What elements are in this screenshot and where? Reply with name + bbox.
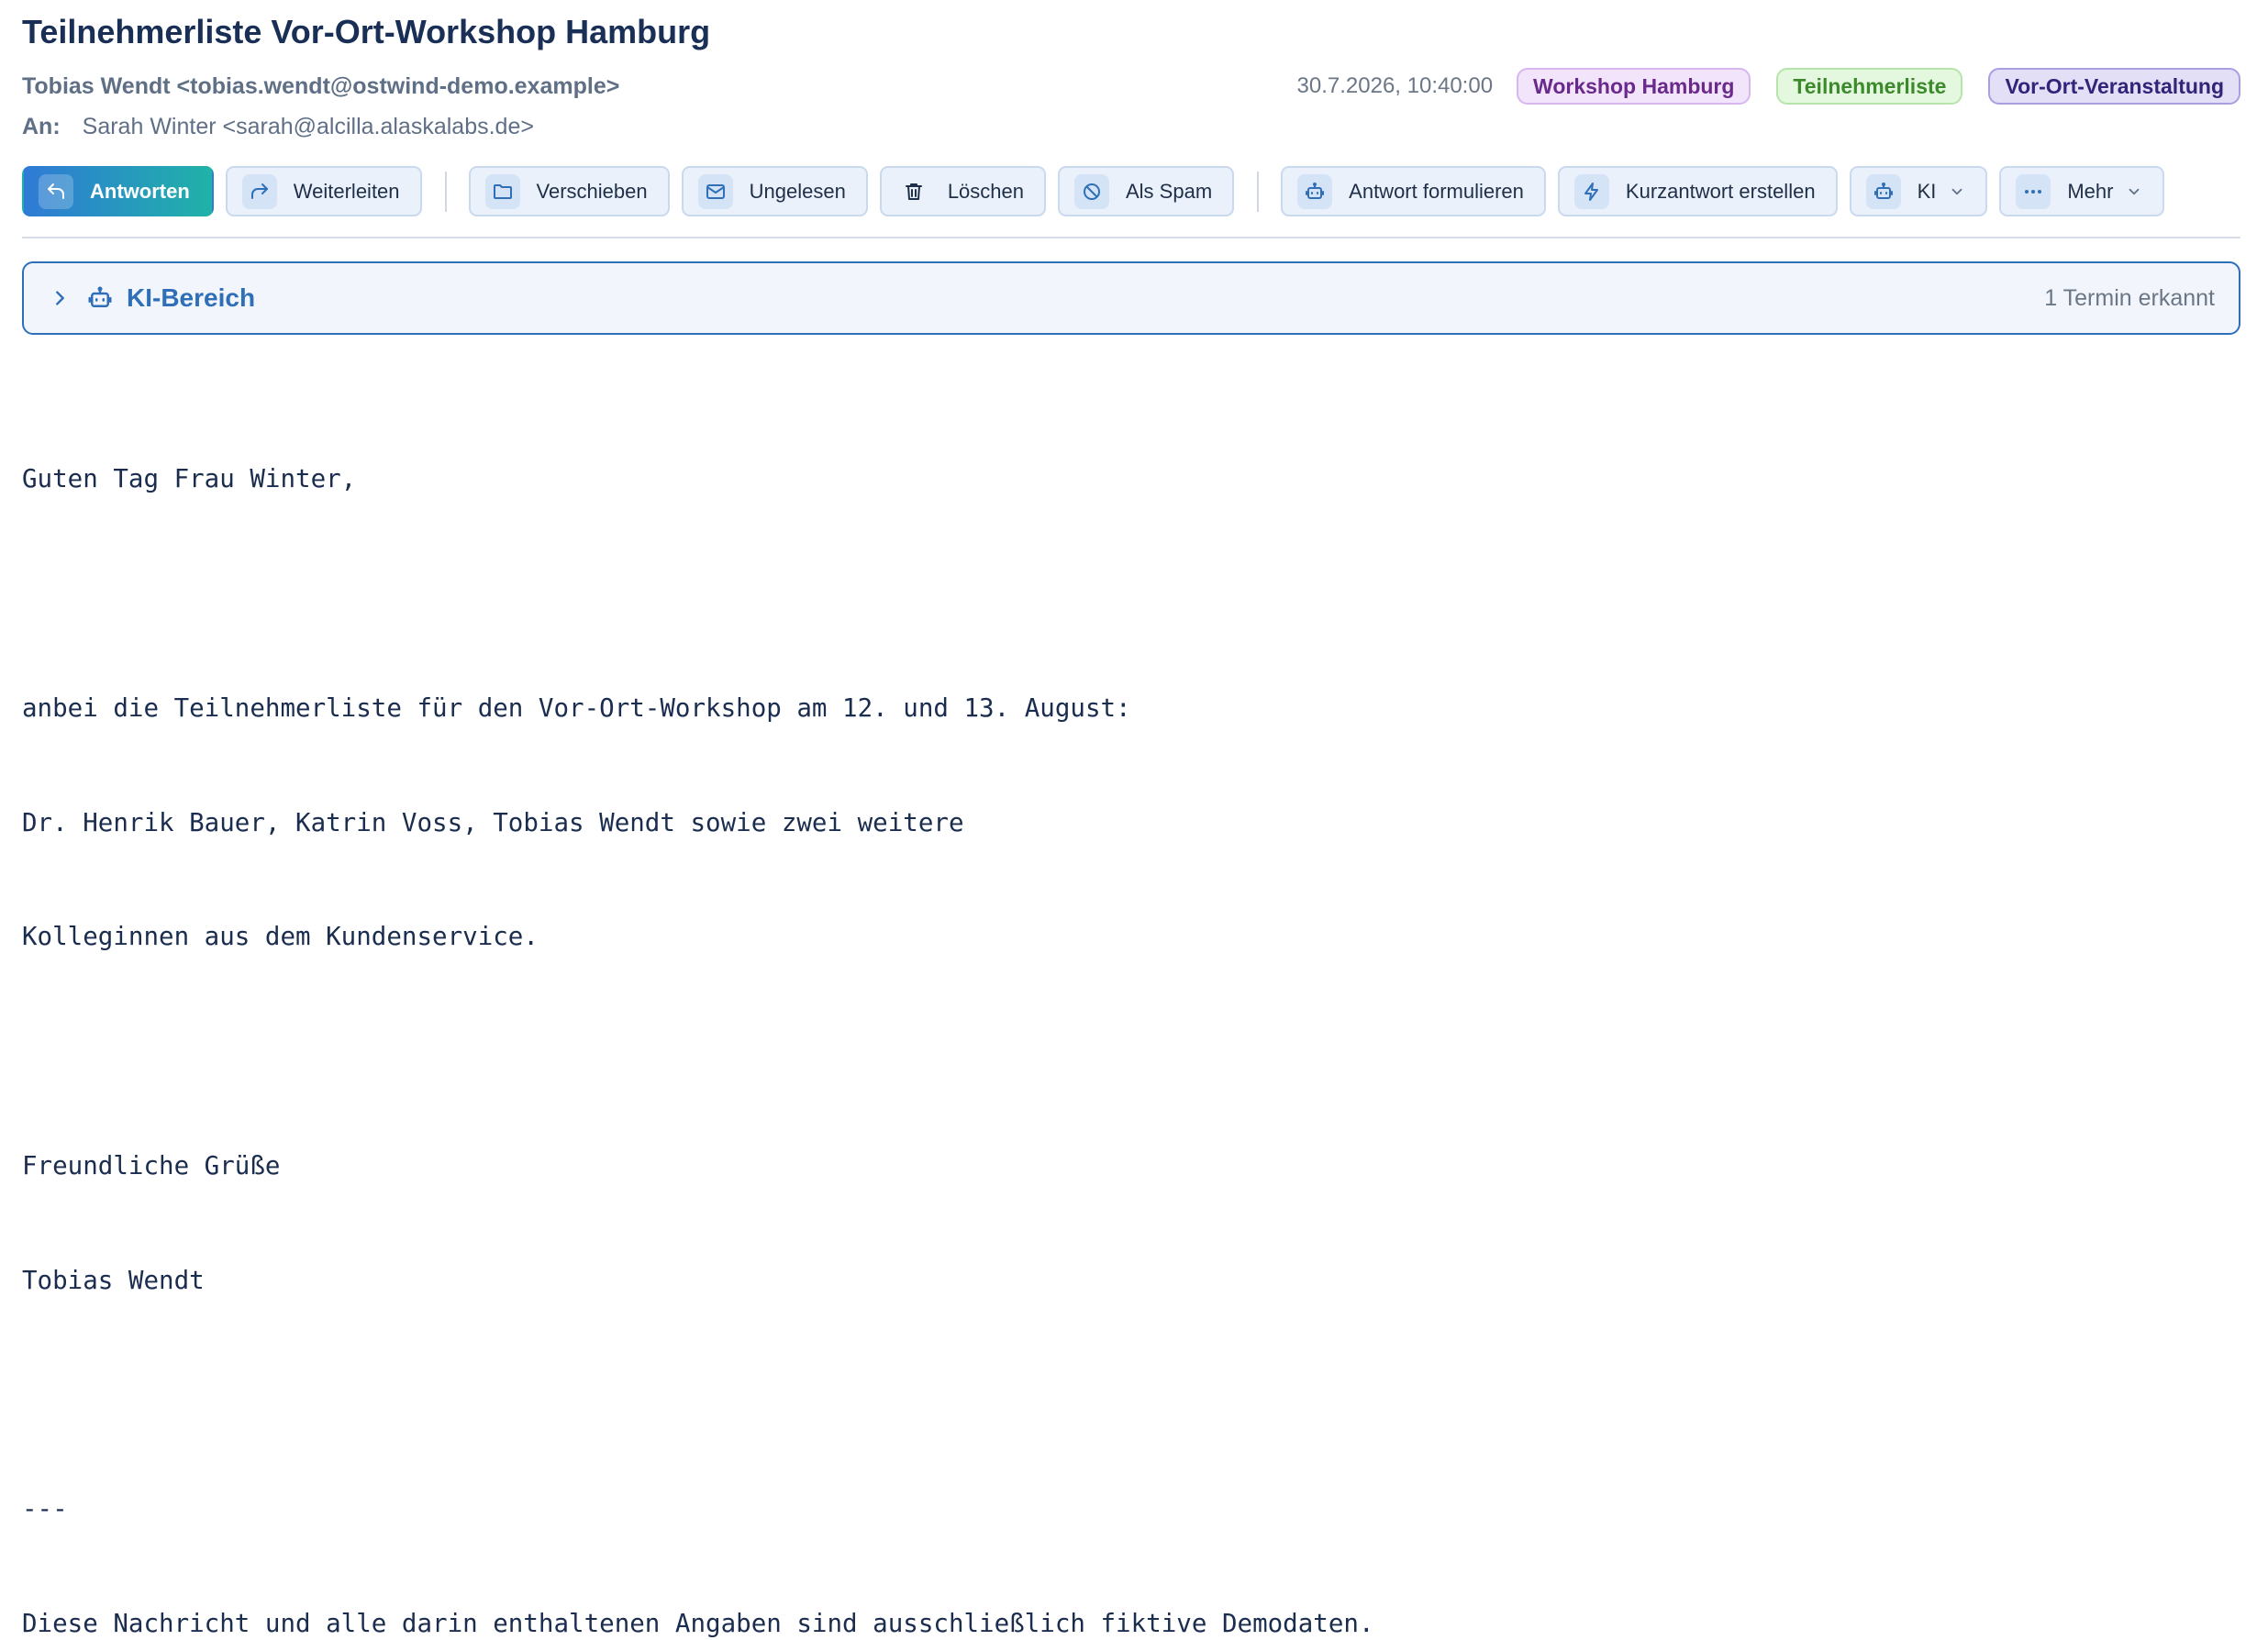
body-line: Freundliche Grüße: [22, 1150, 281, 1180]
ai-panel-title: KI-Bereich: [127, 283, 256, 312]
email-meta: 30.7.2026, 10:40:00 Workshop Hamburg Tei…: [1297, 68, 2240, 105]
ai-menu-button[interactable]: KI: [1849, 166, 1988, 216]
body-line: Diese Nachricht und alle darin enthalten…: [22, 1609, 1374, 1638]
trash-icon: [895, 173, 931, 209]
more-menu-label: Mehr: [2067, 179, 2114, 203]
chevron-down-icon: [1951, 188, 1962, 194]
forward-button[interactable]: Weiterleiten: [225, 166, 422, 216]
toolbar-divider: [444, 171, 447, 212]
tag-teilnehmerliste[interactable]: Teilnehmerliste: [1776, 68, 1963, 105]
block-icon: [1074, 173, 1109, 209]
recipient-label: An:: [22, 114, 61, 139]
toolbar-divider: [1257, 171, 1260, 212]
tag-workshop-hamburg[interactable]: Workshop Hamburg: [1517, 68, 1751, 105]
body-line: anbei die Teilnehmerliste für den Vor-Or…: [22, 693, 1131, 723]
dots-icon: [2016, 173, 2051, 209]
ai-panel-status: 1 Termin erkannt: [2044, 284, 2215, 311]
chevron-right-icon: [56, 291, 64, 305]
body-line: ---: [22, 1494, 68, 1524]
robot-icon: [88, 286, 112, 307]
more-menu-button[interactable]: Mehr: [1999, 166, 2165, 216]
ai-menu-label: KI: [1917, 179, 1937, 203]
move-button[interactable]: Verschieben: [468, 166, 670, 216]
spam-button[interactable]: Als Spam: [1058, 166, 1235, 216]
body-line: Tobias Wendt: [22, 1265, 205, 1295]
action-toolbar: Antworten Weiterleiten Verschieben Ungel…: [22, 166, 2176, 216]
body-line: Dr. Henrik Bauer, Katrin Voss, Tobias We…: [22, 807, 964, 837]
quick-reply-button[interactable]: Kurzantwort erstellen: [1557, 166, 1838, 216]
envelope-icon: [697, 173, 733, 209]
spam-label: Als Spam: [1126, 179, 1213, 203]
delete-button[interactable]: Löschen: [879, 166, 1046, 216]
mark-unread-button[interactable]: Ungelesen: [681, 166, 868, 216]
robot-icon: [1865, 173, 1901, 209]
email-recipient: Sarah Winter <sarah@alcilla.alaskalabs.d…: [82, 114, 534, 139]
email-body: Guten Tag Frau Winter, anbei die Teilneh…: [22, 384, 1374, 1640]
compose-reply-button[interactable]: Antwort formulieren: [1281, 166, 1546, 216]
mark-unread-label: Ungelesen: [749, 179, 846, 203]
body-line: Guten Tag Frau Winter,: [22, 464, 357, 494]
body-line: Kolleginnen aus dem Kundenservice.: [22, 922, 539, 952]
email-subject: Teilnehmerliste Vor-Ort-Workshop Hamburg: [22, 13, 711, 50]
chevron-down-icon: [2129, 188, 2140, 194]
email-recipient-row: An: Sarah Winter <sarah@alcilla.alaskalab…: [22, 114, 534, 140]
body-line: [22, 1033, 1374, 1071]
toolbar-divider-line: [22, 237, 2240, 238]
reply-button[interactable]: Antworten: [22, 166, 214, 216]
ai-panel-toggle[interactable]: KI-Bereich 1 Termin erkannt: [22, 261, 2240, 335]
email-sender: Tobias Wendt <tobias.wendt@ostwind-demo.…: [22, 73, 620, 99]
move-label: Verschieben: [536, 179, 648, 203]
tag-vor-ort-veranstaltung[interactable]: Vor-Ort-Veranstaltung: [1988, 68, 2240, 105]
folder-icon: [484, 173, 520, 209]
reply-icon: [39, 173, 73, 209]
compose-reply-label: Antwort formulieren: [1349, 179, 1524, 203]
body-line: [22, 1376, 1374, 1414]
reply-label: Antworten: [90, 179, 190, 203]
robot-icon: [1297, 173, 1333, 209]
forward-label: Weiterleiten: [293, 179, 400, 203]
quick-reply-label: Kurzantwort erstellen: [1625, 179, 1816, 203]
delete-label: Löschen: [947, 179, 1024, 203]
forward-icon: [241, 173, 277, 209]
lightning-icon: [1573, 173, 1609, 209]
body-line: [22, 575, 1374, 614]
email-date: 30.7.2026, 10:40:00: [1296, 73, 1494, 98]
